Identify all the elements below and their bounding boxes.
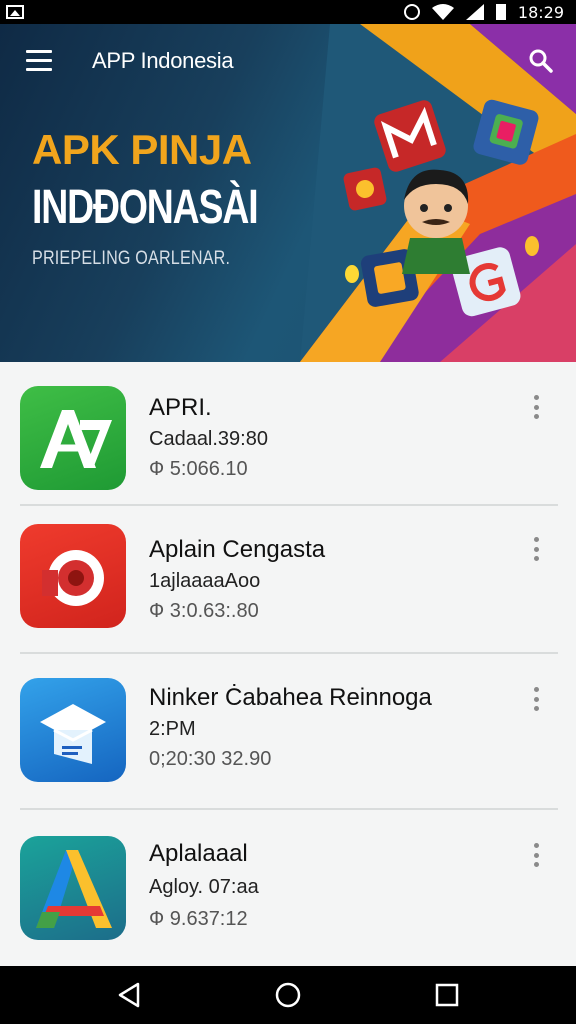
more-vert-icon[interactable] [526,534,546,564]
blue-graduation-app-icon [20,678,126,782]
multicolor-a-app-icon [20,836,126,940]
list-item[interactable]: Aplain Cengasta 1ajlaaaaAoo Ф 3:0.63:.80 [0,506,576,656]
item-detail: Ф 3:0.63:.80 [149,600,259,622]
more-vert-icon[interactable] [526,684,546,714]
back-icon[interactable] [112,980,146,1010]
red-circle-app-icon [20,524,126,628]
app-list: APRI. Cadaal.39:80 Ф 5:066.10 Aplain Cen… [0,362,576,966]
item-title: Aplain Cengasta [149,536,326,563]
status-time: 18:29 [517,2,564,22]
signal-icon [465,4,484,20]
item-detail: 0;20:30 32.90 [149,748,272,770]
app-title: APP Indonesia [92,48,234,73]
list-item[interactable]: Aplalaaal Agloy. 07:aa Ф 9.637:12 [0,810,576,960]
hero-title-line1: APK PINJA [32,126,252,173]
hero-title-line2: INDÐONASÀI [32,181,259,234]
toolbar: APP Indonesia [0,24,576,100]
more-vert-icon[interactable] [526,840,546,870]
home-icon[interactable] [271,980,305,1010]
item-detail: Ф 9.637:12 [149,908,248,930]
item-detail: Ф 5:066.10 [149,458,248,480]
hero-subtitle: PRIEPELING OARLENAR. [32,248,231,269]
hero-banner: APP Indonesia APK PINJA INDÐONASÀI PRIEP… [0,24,576,362]
item-subtitle: 1ajlaaaaAoo [149,570,261,592]
item-title: Ninker Ċabahea Reinnoga [149,684,432,711]
gallery-icon [6,5,24,19]
item-subtitle: Agloy. 07:aa [149,876,259,898]
item-subtitle: Cadaal.39:80 [149,428,268,450]
item-title: Aplalaaal [149,840,248,867]
list-item[interactable]: APRI. Cadaal.39:80 Ф 5:066.10 [0,362,576,512]
alarm-icon [403,4,420,20]
wifi-icon [431,4,454,20]
list-item[interactable]: Ninker Ċabahea Reinnoga 2:PM 0;20:30 32.… [0,654,576,804]
navigation-bar [0,966,576,1024]
hamburger-menu-icon[interactable] [26,50,54,74]
status-bar: 18:29 [0,0,576,24]
more-vert-icon[interactable] [526,392,546,422]
green-a-app-icon [20,386,126,490]
recents-icon[interactable] [430,980,464,1010]
item-subtitle: 2:PM [149,718,196,740]
search-icon[interactable] [528,48,554,74]
battery-icon [495,4,506,20]
item-title: APRI. [149,394,212,421]
